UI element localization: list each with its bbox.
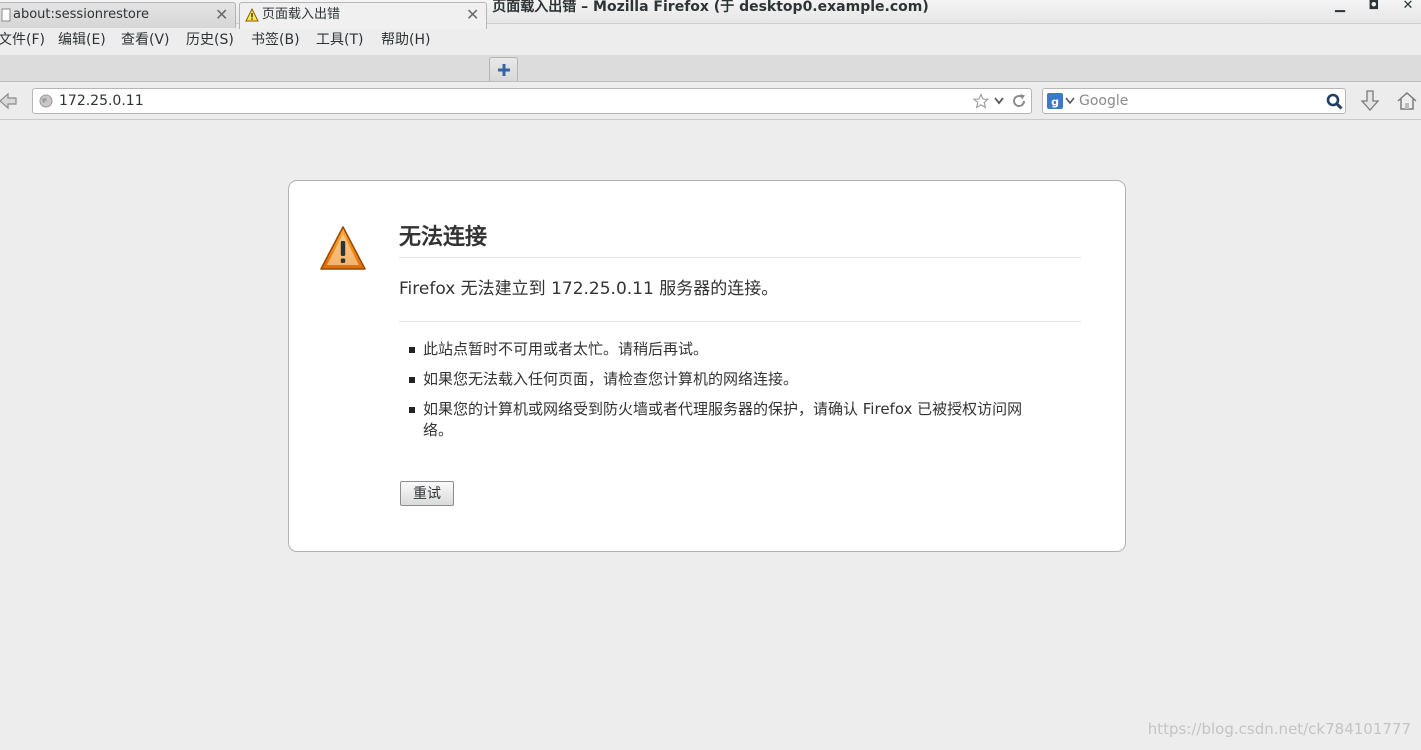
- menu-file[interactable]: 文件(F): [0, 31, 45, 49]
- menu-tools[interactable]: 工具(T): [316, 31, 363, 49]
- google-engine-icon[interactable]: g: [1047, 93, 1063, 109]
- error-page-container: 无法连接 Firefox 无法建立到 172.25.0.11 服务器的连接。 此…: [288, 180, 1126, 552]
- tab-page-load-error[interactable]: 页面载入出错 ✕: [239, 2, 487, 29]
- menu-view[interactable]: 查看(V): [121, 31, 170, 49]
- url-bar[interactable]: 172.25.0.11: [32, 88, 1032, 114]
- error-title: 无法连接: [399, 223, 1081, 258]
- download-icon[interactable]: [1360, 89, 1380, 113]
- error-description: Firefox 无法建立到 172.25.0.11 服务器的连接。: [399, 277, 1081, 322]
- tab-label: about:sessionrestore: [13, 7, 149, 22]
- tab-bar: [0, 55, 1421, 82]
- back-arrow-icon[interactable]: [0, 92, 18, 110]
- menu-history[interactable]: 历史(S): [186, 31, 234, 49]
- home-icon[interactable]: [1396, 90, 1418, 112]
- globe-icon: [39, 94, 53, 108]
- list-item: 如果您无法载入任何页面，请检查您计算机的网络连接。: [409, 369, 1049, 390]
- warning-icon: [245, 8, 259, 22]
- search-input[interactable]: [1079, 90, 1319, 112]
- url-text[interactable]: 172.25.0.11: [59, 89, 144, 113]
- bookmark-star-icon[interactable]: [973, 93, 989, 109]
- warning-icon: [320, 226, 366, 270]
- menu-help[interactable]: 帮助(H): [381, 31, 430, 49]
- retry-button[interactable]: 重试: [400, 481, 454, 506]
- close-window-button[interactable]: ✕: [1401, 0, 1415, 14]
- minimize-button[interactable]: ▁: [1333, 0, 1347, 14]
- history-dropdown-icon[interactable]: [993, 96, 1005, 106]
- menu-edit[interactable]: 编辑(E): [58, 31, 106, 49]
- tab-sessionrestore[interactable]: about:sessionrestore ✕: [0, 2, 236, 28]
- watermark-text: https://blog.csdn.net/ck784101777: [1147, 720, 1411, 738]
- navigation-bar: 172.25.0.11 g: [0, 83, 1421, 120]
- engine-dropdown-icon[interactable]: [1065, 97, 1075, 105]
- tab-label: 页面载入出错: [262, 7, 341, 22]
- error-suggestions-list: 此站点暂时不可用或者太忙。请稍后再试。 如果您无法载入任何页面，请检查您计算机的…: [409, 339, 1049, 450]
- tab-close-button[interactable]: ✕: [215, 3, 228, 27]
- list-item: 此站点暂时不可用或者太忙。请稍后再试。: [409, 339, 1049, 360]
- page-icon: [1, 8, 11, 22]
- search-bar[interactable]: g: [1042, 88, 1346, 114]
- list-item: 如果您的计算机或网络受到防火墙或者代理服务器的保护，请确认 Firefox 已被…: [409, 399, 1049, 441]
- new-tab-button[interactable]: [489, 57, 518, 81]
- reload-icon[interactable]: [1011, 93, 1027, 109]
- tab-close-button[interactable]: ✕: [466, 3, 479, 27]
- search-icon[interactable]: [1326, 93, 1343, 110]
- svg-text:g: g: [1051, 96, 1059, 109]
- plus-icon: [498, 64, 510, 76]
- menu-bookmarks[interactable]: 书签(B): [251, 31, 300, 49]
- maximize-button[interactable]: ◘: [1367, 0, 1381, 14]
- menu-bar: 文件(F) 编辑(E) 查看(V) 历史(S) 书签(B) 工具(T) 帮助(H…: [0, 25, 1421, 55]
